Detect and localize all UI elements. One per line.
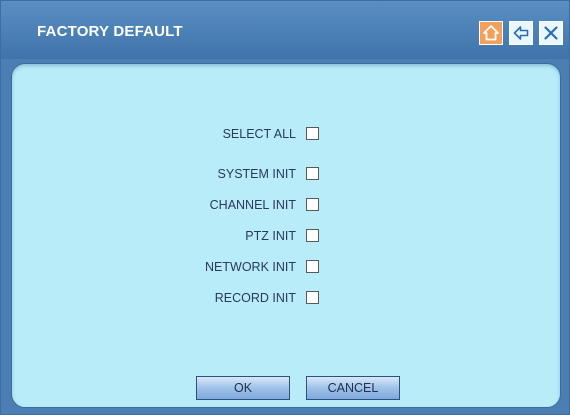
- back-arrow-icon: [513, 26, 529, 40]
- close-icon: [544, 26, 558, 40]
- channel-init-label: CHANNEL INIT: [209, 198, 296, 212]
- select-all-label: SELECT ALL: [222, 127, 296, 141]
- system-init-label: SYSTEM INIT: [217, 167, 296, 181]
- record-init-checkbox[interactable]: [306, 291, 319, 304]
- close-button[interactable]: [539, 21, 563, 45]
- option-row-network-init: NETWORK INIT: [12, 258, 562, 278]
- record-init-label: RECORD INIT: [214, 291, 296, 305]
- option-row-ptz-init: PTZ INIT: [12, 227, 562, 247]
- network-init-label: NETWORK INIT: [205, 260, 296, 274]
- option-row-system-init: SYSTEM INIT: [12, 165, 562, 185]
- channel-init-checkbox[interactable]: [306, 198, 319, 211]
- ok-button[interactable]: OK: [196, 376, 290, 400]
- ptz-init-checkbox[interactable]: [306, 229, 319, 242]
- home-icon: [483, 25, 499, 41]
- factory-default-dialog: FACTORY DEFAULT SELECT ALL SYSTEM INIT C…: [0, 0, 570, 415]
- ptz-init-label: PTZ INIT: [245, 229, 296, 243]
- option-row-record-init: RECORD INIT: [12, 289, 562, 309]
- system-init-checkbox[interactable]: [306, 167, 319, 180]
- home-button[interactable]: [479, 21, 503, 45]
- select-all-checkbox[interactable]: [306, 127, 319, 140]
- options-panel: SELECT ALL SYSTEM INIT CHANNEL INIT PTZ …: [11, 63, 561, 408]
- dialog-title: FACTORY DEFAULT: [37, 23, 183, 40]
- cancel-button[interactable]: CANCEL: [306, 376, 400, 400]
- title-bar: FACTORY DEFAULT: [1, 1, 569, 59]
- network-init-checkbox[interactable]: [306, 260, 319, 273]
- option-row-channel-init: CHANNEL INIT: [12, 196, 562, 216]
- back-button[interactable]: [509, 21, 533, 45]
- option-row-select-all: SELECT ALL: [12, 125, 562, 145]
